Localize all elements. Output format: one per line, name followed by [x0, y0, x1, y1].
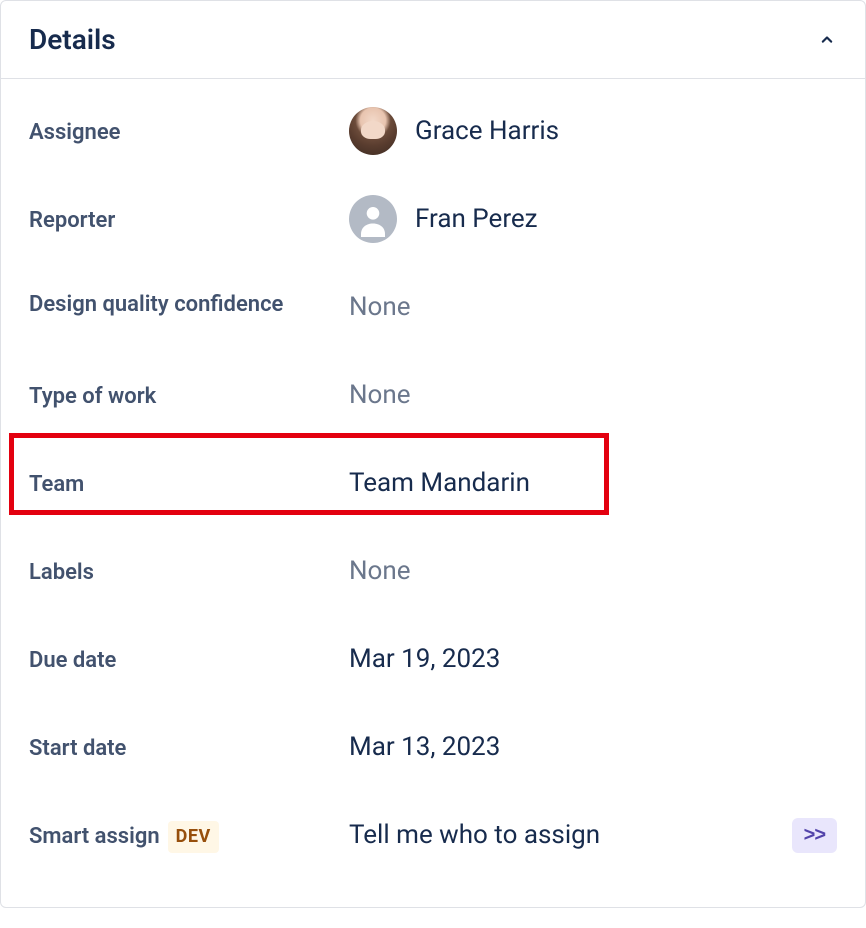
- field-value-reporter: Fran Perez: [349, 195, 837, 243]
- field-label-start-date: Start date: [29, 723, 349, 765]
- design-quality-value: None: [349, 292, 411, 322]
- avatar-assignee: [349, 107, 397, 155]
- field-smart-assign[interactable]: Smart assign DEV Tell me who to assign >…: [1, 791, 865, 879]
- details-body: Assignee Grace Harris Reporter Fran Pere…: [1, 79, 865, 907]
- field-value-start-date: Mar 13, 2023: [349, 723, 837, 771]
- field-value-labels: None: [349, 547, 837, 595]
- field-type-of-work[interactable]: Type of work None: [1, 351, 865, 439]
- smart-assign-action-button[interactable]: >>: [792, 818, 837, 853]
- field-label-type-of-work: Type of work: [29, 371, 349, 413]
- field-value-due-date: Mar 19, 2023: [349, 635, 837, 683]
- field-label-due-date: Due date: [29, 635, 349, 677]
- field-label-labels: Labels: [29, 547, 349, 589]
- field-due-date[interactable]: Due date Mar 19, 2023: [1, 615, 865, 703]
- smart-assign-text: Tell me who to assign: [349, 820, 600, 850]
- field-reporter[interactable]: Reporter Fran Perez: [1, 175, 865, 263]
- field-label-reporter: Reporter: [29, 195, 349, 237]
- field-labels[interactable]: Labels None: [1, 527, 865, 615]
- field-value-smart-assign: Tell me who to assign >>: [349, 811, 837, 859]
- details-header[interactable]: Details: [1, 1, 865, 79]
- details-panel: Details Assignee Grace Harris Reporter F…: [0, 0, 866, 908]
- chevron-up-icon: [817, 30, 837, 50]
- field-label-smart-assign: Smart assign DEV: [29, 811, 349, 853]
- field-team[interactable]: Team Team Mandarin: [1, 439, 865, 527]
- smart-assign-label-text: Smart assign: [29, 821, 160, 853]
- panel-title: Details: [29, 23, 116, 56]
- person-icon: [349, 195, 397, 243]
- field-value-type-of-work: None: [349, 371, 837, 419]
- due-date-value: Mar 19, 2023: [349, 644, 500, 674]
- dev-badge: DEV: [168, 821, 219, 853]
- field-assignee[interactable]: Assignee Grace Harris: [1, 87, 865, 175]
- field-design-quality[interactable]: Design quality confidence None: [1, 263, 865, 351]
- labels-value: None: [349, 556, 411, 586]
- reporter-name: Fran Perez: [415, 204, 538, 234]
- field-start-date[interactable]: Start date Mar 13, 2023: [1, 703, 865, 791]
- start-date-value: Mar 13, 2023: [349, 732, 500, 762]
- field-value-team: Team Mandarin: [349, 459, 837, 507]
- field-label-design-quality: Design quality confidence: [29, 283, 349, 321]
- field-value-assignee: Grace Harris: [349, 107, 837, 155]
- team-value: Team Mandarin: [349, 468, 530, 498]
- assignee-name: Grace Harris: [415, 116, 559, 146]
- field-label-team: Team: [29, 459, 349, 501]
- type-of-work-value: None: [349, 380, 411, 410]
- field-value-design-quality: None: [349, 283, 837, 331]
- field-label-assignee: Assignee: [29, 107, 349, 149]
